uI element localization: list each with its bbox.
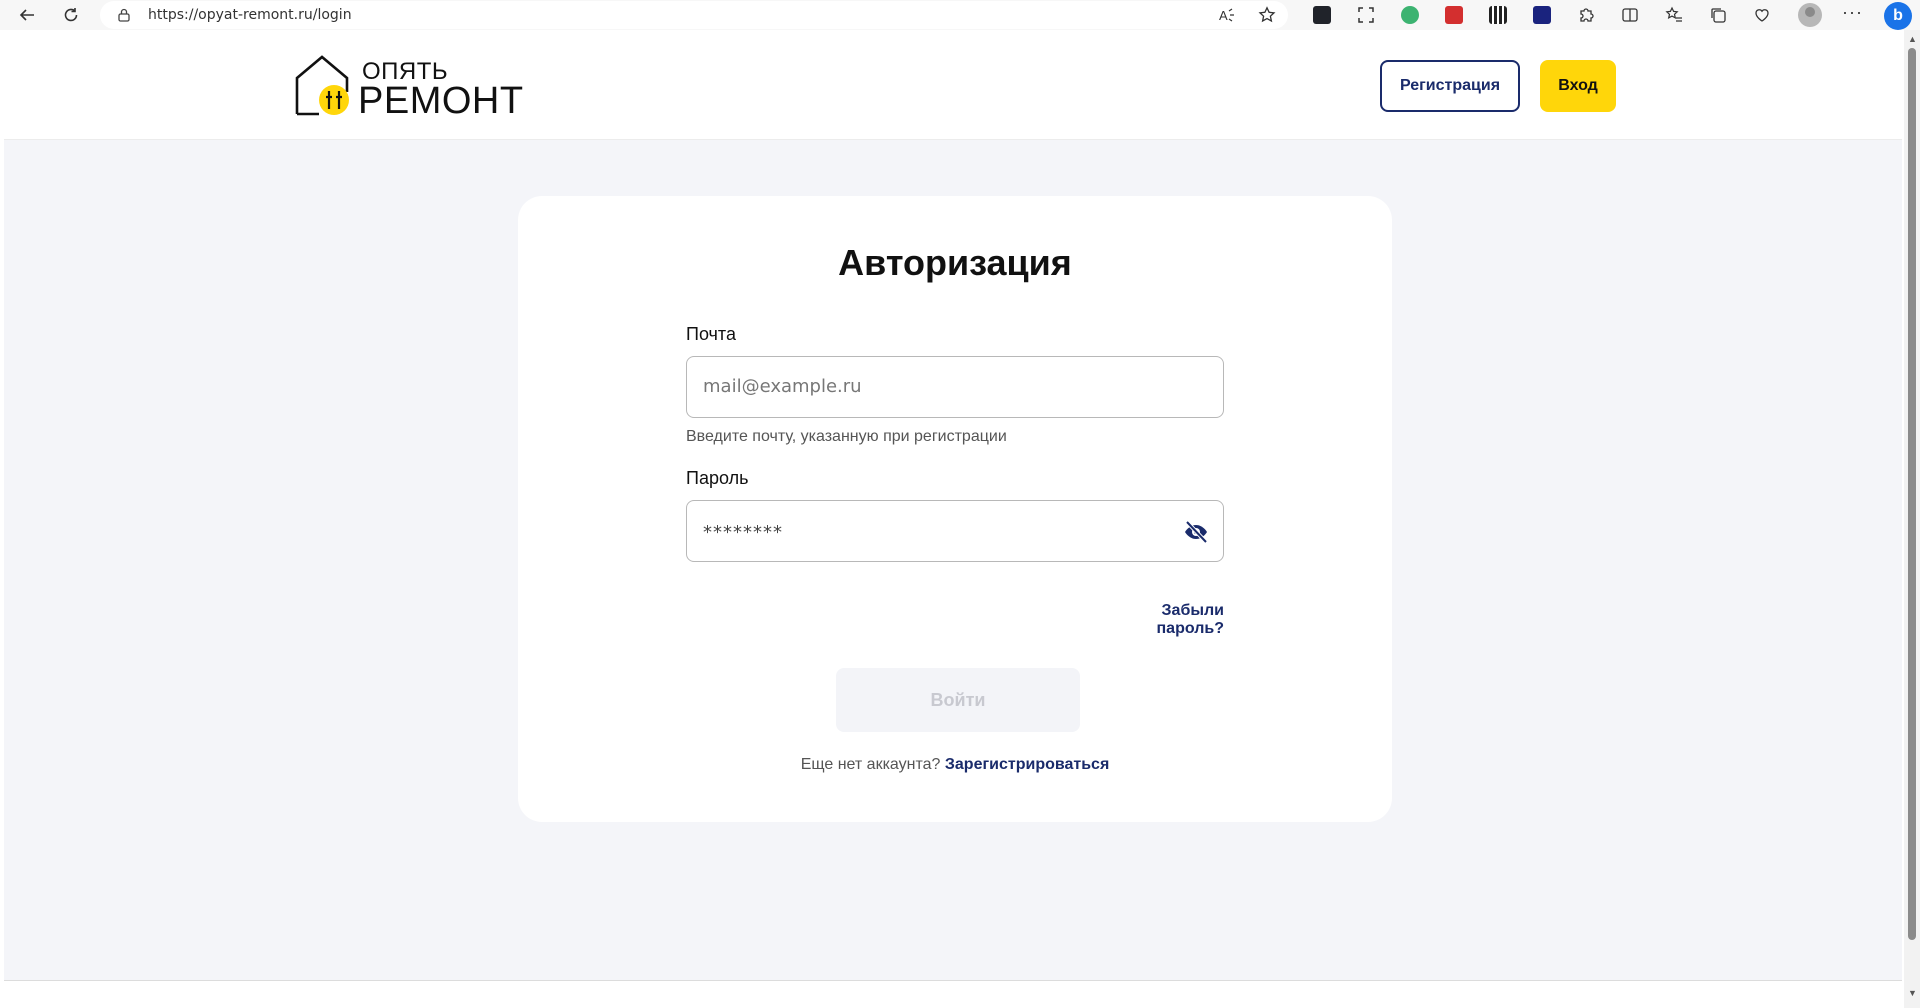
page-title: Авторизация (838, 242, 1072, 283)
extension-dark-icon[interactable] (1520, 2, 1564, 28)
submit-button[interactable]: Войти (836, 668, 1080, 732)
svg-text:A: A (1219, 8, 1228, 23)
browser-toolbar: https://opyat-remont.ru/login A ··· b (0, 0, 1920, 30)
extensions-row (1300, 2, 1784, 28)
signup-link[interactable]: Зарегистрироваться (945, 756, 1109, 773)
screenshot-icon[interactable] (1344, 2, 1388, 28)
page-footer (4, 980, 1902, 1008)
signup-row: Еще нет аккаунта? Зарегистрироваться (518, 756, 1392, 774)
vertical-scrollbar[interactable]: ▲ ▼ (1904, 30, 1920, 1008)
site-header: ОПЯТЬ РЕМОНТ Регистрация Вход (4, 30, 1902, 140)
url-text[interactable]: https://opyat-remont.ru/login (148, 7, 352, 23)
split-screen-icon[interactable] (1608, 2, 1652, 28)
react-devtools-icon[interactable] (1300, 2, 1344, 28)
address-bar[interactable]: https://opyat-remont.ru/login (100, 1, 1288, 29)
profile-avatar[interactable] (1798, 3, 1822, 27)
more-menu-button[interactable]: ··· (1842, 2, 1863, 23)
favorites-icon[interactable] (1652, 2, 1696, 28)
logo-text-bottom: РЕМОНТ (358, 80, 524, 122)
extension-grid-icon[interactable] (1476, 2, 1520, 28)
password-field[interactable]: ******** (686, 500, 1224, 562)
scroll-thumb[interactable] (1908, 48, 1916, 940)
scroll-up-arrow-icon[interactable]: ▲ (1908, 34, 1917, 44)
extensions-puzzle-icon[interactable] (1564, 2, 1608, 28)
page: ОПЯТЬ РЕМОНТ Регистрация Вход Авторизаци… (4, 30, 1902, 1008)
extension-green-icon[interactable] (1388, 2, 1432, 28)
house-logo-icon (295, 55, 349, 116)
email-field[interactable]: mail@example.ru (686, 356, 1224, 418)
email-placeholder: mail@example.ru (703, 376, 862, 397)
no-account-text: Еще нет аккаунта? (800, 756, 941, 773)
site-logo[interactable]: ОПЯТЬ РЕМОНТ (294, 54, 523, 122)
performance-icon[interactable] (1740, 2, 1784, 28)
register-button[interactable]: Регистрация (1380, 60, 1520, 112)
email-hint: Введите почту, указанную при регистрации (686, 428, 1007, 445)
auth-card: Авторизация Почта mail@example.ru Введит… (518, 196, 1392, 822)
email-label: Почта (686, 324, 736, 344)
eye-off-icon[interactable] (1183, 519, 1209, 545)
favorite-star-icon[interactable] (1254, 2, 1280, 28)
collections-icon[interactable] (1696, 2, 1740, 28)
forgot-password-link[interactable]: Забыли пароль? (1098, 602, 1224, 638)
read-aloud-icon[interactable]: A (1214, 2, 1240, 28)
reload-icon[interactable] (58, 2, 84, 28)
password-value: ******** (703, 522, 783, 543)
scroll-down-arrow-icon[interactable]: ▼ (1908, 988, 1917, 998)
extension-red-icon[interactable] (1432, 2, 1476, 28)
bing-copilot-icon[interactable]: b (1884, 2, 1912, 30)
back-arrow-icon[interactable] (14, 2, 40, 28)
lock-icon (118, 8, 130, 22)
password-label: Пароль (686, 468, 749, 488)
login-button[interactable]: Вход (1540, 60, 1616, 112)
